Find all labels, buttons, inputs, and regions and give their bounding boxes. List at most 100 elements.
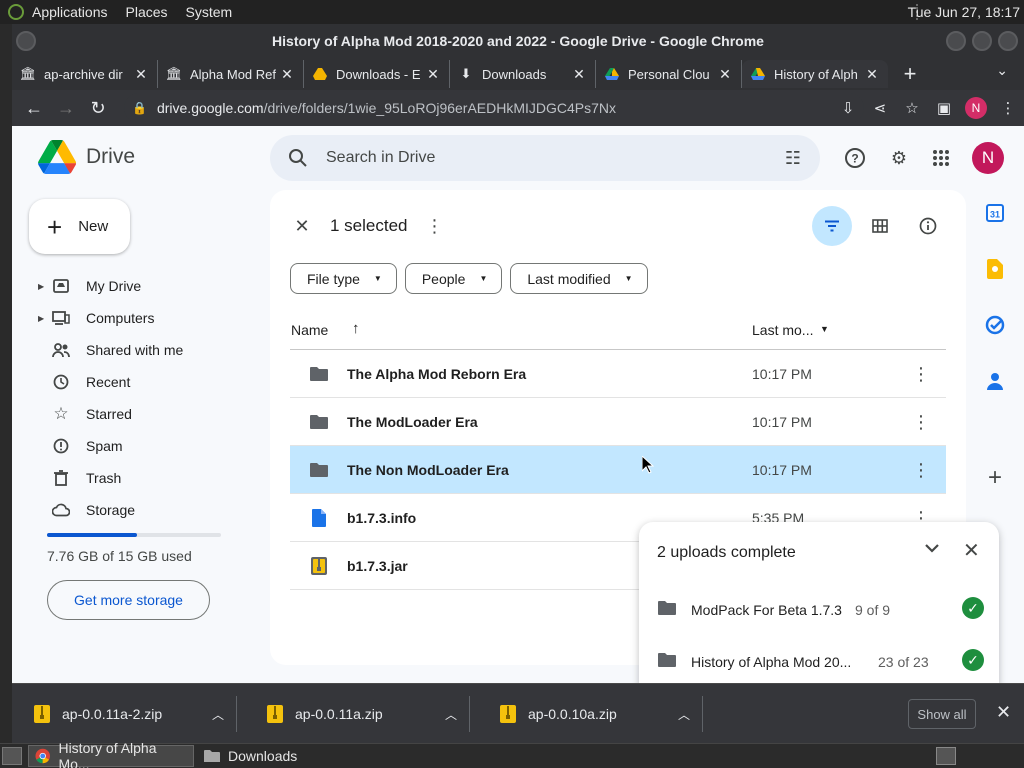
clear-selection-icon[interactable]: ✕: [290, 216, 314, 237]
tab-search-chevron-icon[interactable]: ⌄: [996, 62, 1008, 79]
window-menu-icon[interactable]: [16, 31, 36, 51]
download-item[interactable]: ap-0.0.11a.zip ︿: [245, 696, 470, 732]
table-row-selected[interactable]: The Non ModLoader Era 10:17 PM ⋮: [290, 446, 946, 494]
file-modified: 10:17 PM: [752, 414, 812, 430]
download-options-icon[interactable]: ︿: [433, 706, 469, 723]
close-tab-icon[interactable]: ✕: [133, 66, 149, 83]
drive-logo[interactable]: Drive: [38, 140, 135, 174]
table-row[interactable]: The Alpha Mod Reborn Era 10:17 PM ⋮: [290, 350, 946, 398]
install-app-icon[interactable]: ⇩: [832, 92, 864, 124]
sidebar-item-trash[interactable]: Trash: [12, 462, 252, 494]
sidebar-item-spam[interactable]: Spam: [12, 430, 252, 462]
lock-icon[interactable]: 🔒: [132, 101, 147, 115]
download-options-icon[interactable]: ︿: [200, 706, 236, 723]
search-bar[interactable]: Search in Drive ☷: [270, 135, 820, 181]
grid-view-icon[interactable]: [860, 206, 900, 246]
tasks-icon[interactable]: [984, 314, 1006, 336]
search-input[interactable]: Search in Drive: [326, 149, 766, 167]
window-titlebar[interactable]: History of Alpha Mod 2018-2020 and 2022 …: [12, 24, 1024, 58]
filter-chips: File type ▼ People ▼ Last modified ▼: [290, 263, 656, 294]
forward-icon[interactable]: →: [50, 92, 82, 124]
name-column-header[interactable]: Name: [291, 322, 328, 338]
filter-file-type[interactable]: File type ▼: [290, 263, 397, 294]
upload-item[interactable]: ModPack For Beta 1.7.3 9 of 9 ✓: [639, 584, 999, 636]
sidebar-item-shared-with-me[interactable]: Shared with me: [12, 334, 252, 366]
system-menu[interactable]: System: [186, 4, 233, 20]
side-panel-icon[interactable]: ▣: [928, 92, 960, 124]
last-modified-column-header[interactable]: Last mo...: [752, 322, 813, 338]
share-icon[interactable]: ⋖: [864, 92, 896, 124]
tab-downloads[interactable]: ⬇ Downloads ✕: [450, 60, 596, 88]
new-tab-icon[interactable]: +: [894, 61, 926, 87]
filter-people[interactable]: People ▼: [404, 263, 503, 294]
download-item[interactable]: ap-0.0.11a-2.zip ︿: [12, 696, 237, 732]
sidebar-item-computers[interactable]: ▶ Computers: [12, 302, 252, 334]
table-row[interactable]: The ModLoader Era 10:17 PM ⋮: [290, 398, 946, 446]
contacts-icon[interactable]: [984, 370, 1006, 392]
search-icon[interactable]: [270, 148, 326, 168]
close-tab-icon[interactable]: ✕: [864, 66, 880, 83]
calendar-icon[interactable]: 31: [984, 202, 1006, 224]
expand-caret-icon[interactable]: ▶: [38, 314, 44, 323]
close-tab-icon[interactable]: ✕: [571, 66, 587, 83]
close-tab-icon[interactable]: ✕: [717, 66, 733, 83]
new-button[interactable]: + New: [29, 199, 130, 254]
search-options-icon[interactable]: ☷: [766, 148, 820, 169]
filter-list-icon[interactable]: [812, 206, 852, 246]
more-actions-icon[interactable]: ⋮: [426, 216, 444, 237]
gnome-logo-icon[interactable]: [8, 4, 24, 20]
close-tab-icon[interactable]: ✕: [279, 66, 295, 83]
sidebar-item-label: Trash: [86, 470, 122, 486]
details-info-icon[interactable]: [908, 206, 948, 246]
bookmark-star-icon[interactable]: ☆: [896, 92, 928, 124]
close-upload-card-icon[interactable]: ✕: [963, 538, 980, 563]
tray-chrome-icon[interactable]: [936, 747, 956, 765]
reload-icon[interactable]: ↻: [82, 92, 114, 124]
tab-ap-archive[interactable]: 🏛 ap-archive dir ✕: [12, 60, 158, 88]
minimize-icon[interactable]: [946, 31, 966, 51]
tab-downloads-drive[interactable]: Downloads - E ✕: [304, 60, 450, 88]
address-bar[interactable]: 🔒 drive.google.com/drive/folders/1wie_95…: [124, 93, 864, 123]
tab-personal-cloud[interactable]: Personal Clou ✕: [596, 60, 742, 88]
close-tab-icon[interactable]: ✕: [425, 66, 441, 83]
panel-clock[interactable]: Tue Jun 27, 18:17: [908, 4, 1020, 20]
get-more-storage-button[interactable]: Get more storage: [47, 580, 210, 620]
row-more-icon[interactable]: ⋮: [912, 364, 930, 385]
row-more-icon[interactable]: ⋮: [912, 412, 930, 433]
expand-caret-icon[interactable]: ▶: [38, 282, 44, 291]
close-shelf-icon[interactable]: ✕: [996, 702, 1011, 723]
places-menu[interactable]: Places: [126, 4, 168, 20]
show-all-downloads-button[interactable]: Show all: [908, 699, 976, 729]
applications-menu[interactable]: Applications: [32, 4, 108, 20]
column-dropdown-icon[interactable]: ▼: [820, 324, 829, 334]
upload-item[interactable]: History of Alpha Mod 20... 23 of 23 ✓: [639, 636, 999, 683]
download-item[interactable]: ap-0.0.10a.zip ︿: [478, 696, 703, 732]
keep-icon[interactable]: [984, 258, 1006, 280]
chip-label: File type: [307, 270, 360, 287]
apps-grid-icon[interactable]: [927, 144, 955, 172]
new-button-label: New: [78, 218, 109, 235]
sidebar-item-my-drive[interactable]: ▶ My Drive: [12, 270, 252, 302]
taskbar-item-downloads[interactable]: Downloads: [198, 745, 303, 767]
profile-button[interactable]: N: [960, 92, 992, 124]
chrome-menu-icon[interactable]: ⋮: [992, 92, 1024, 124]
sidebar-item-storage[interactable]: Storage: [12, 494, 252, 526]
collapse-chevron-icon[interactable]: [925, 540, 939, 558]
filter-last-modified[interactable]: Last modified ▼: [510, 263, 648, 294]
download-options-icon[interactable]: ︿: [666, 706, 702, 723]
sidebar-item-recent[interactable]: Recent: [12, 366, 252, 398]
sidebar-item-starred[interactable]: ☆ Starred: [12, 398, 252, 430]
settings-gear-icon[interactable]: ⚙: [885, 144, 913, 172]
maximize-icon[interactable]: [972, 31, 992, 51]
account-avatar[interactable]: N: [972, 142, 1004, 174]
show-desktop-icon[interactable]: [2, 747, 22, 765]
help-icon[interactable]: ?: [841, 144, 869, 172]
row-more-icon[interactable]: ⋮: [912, 460, 930, 481]
taskbar-item-chrome[interactable]: History of Alpha Mo...: [28, 740, 194, 768]
back-icon[interactable]: ←: [18, 92, 50, 124]
tab-history-of-alpha[interactable]: History of Alph ✕: [742, 60, 888, 88]
sort-ascending-icon[interactable]: ↑: [352, 320, 360, 337]
add-addon-icon[interactable]: +: [978, 464, 1012, 492]
tab-alpha-mod-ref[interactable]: 🏛 Alpha Mod Ref ✕: [158, 60, 304, 88]
close-window-icon[interactable]: [998, 31, 1018, 51]
